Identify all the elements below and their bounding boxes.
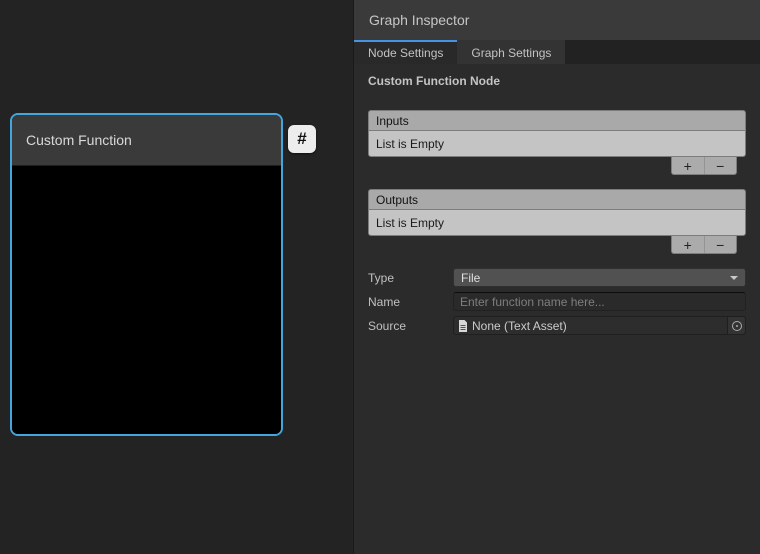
tab-graph-settings[interactable]: Graph Settings [457, 40, 565, 64]
node-title: Custom Function [26, 132, 132, 148]
type-field-row: Type File [368, 268, 746, 287]
tab-graph-settings-label: Graph Settings [471, 46, 551, 60]
type-dropdown[interactable]: File [453, 268, 746, 287]
inputs-list-footer: + − [368, 157, 746, 175]
type-label: Type [368, 271, 453, 285]
inputs-remove-button[interactable]: − [704, 157, 737, 174]
section-title: Custom Function Node [368, 74, 746, 88]
object-picker-icon [732, 321, 742, 331]
inspector-tab-bar: Node Settings Graph Settings [354, 40, 760, 64]
inputs-list-header[interactable]: Inputs [368, 110, 746, 130]
node-header[interactable]: Custom Function [12, 115, 281, 166]
source-field-row: Source None (Text Asset) [368, 316, 746, 335]
inspector-content: Custom Function Node Inputs List is Empt… [354, 64, 760, 554]
name-label: Name [368, 295, 453, 309]
name-field-row: Name [368, 292, 746, 311]
graph-inspector-panel: Graph Inspector Node Settings Graph Sett… [353, 0, 760, 554]
tab-node-settings-label: Node Settings [368, 46, 443, 60]
inspector-title: Graph Inspector [369, 12, 469, 28]
text-asset-icon [458, 320, 468, 332]
inputs-list-title: Inputs [376, 114, 409, 128]
outputs-list-footer: + − [368, 236, 746, 254]
node-body [12, 167, 281, 434]
inputs-add-button[interactable]: + [672, 157, 704, 174]
object-picker-button[interactable] [727, 317, 745, 334]
type-dropdown-value: File [461, 271, 480, 285]
outputs-list-title: Outputs [376, 193, 418, 207]
inputs-empty-text: List is Empty [376, 137, 444, 151]
outputs-list: Outputs List is Empty + − [368, 189, 746, 254]
outputs-empty-text: List is Empty [376, 216, 444, 230]
inputs-list-empty-row: List is Empty [368, 130, 746, 157]
outputs-remove-button[interactable]: − [704, 236, 737, 253]
tab-node-settings[interactable]: Node Settings [354, 40, 457, 64]
outputs-add-button[interactable]: + [672, 236, 704, 253]
source-object-field[interactable]: None (Text Asset) [453, 316, 746, 335]
inputs-list: Inputs List is Empty + − [368, 110, 746, 175]
source-label: Source [368, 319, 453, 333]
custom-function-node[interactable]: Custom Function [10, 113, 283, 436]
hash-icon: # [297, 129, 306, 149]
dropdown-arrow-icon [730, 276, 738, 280]
inspector-header[interactable]: Graph Inspector [354, 0, 760, 40]
outputs-list-header[interactable]: Outputs [368, 189, 746, 209]
outputs-list-empty-row: List is Empty [368, 209, 746, 236]
precision-hash-badge[interactable]: # [288, 125, 316, 153]
function-name-input[interactable] [453, 292, 746, 311]
source-object-value: None (Text Asset) [472, 319, 567, 333]
